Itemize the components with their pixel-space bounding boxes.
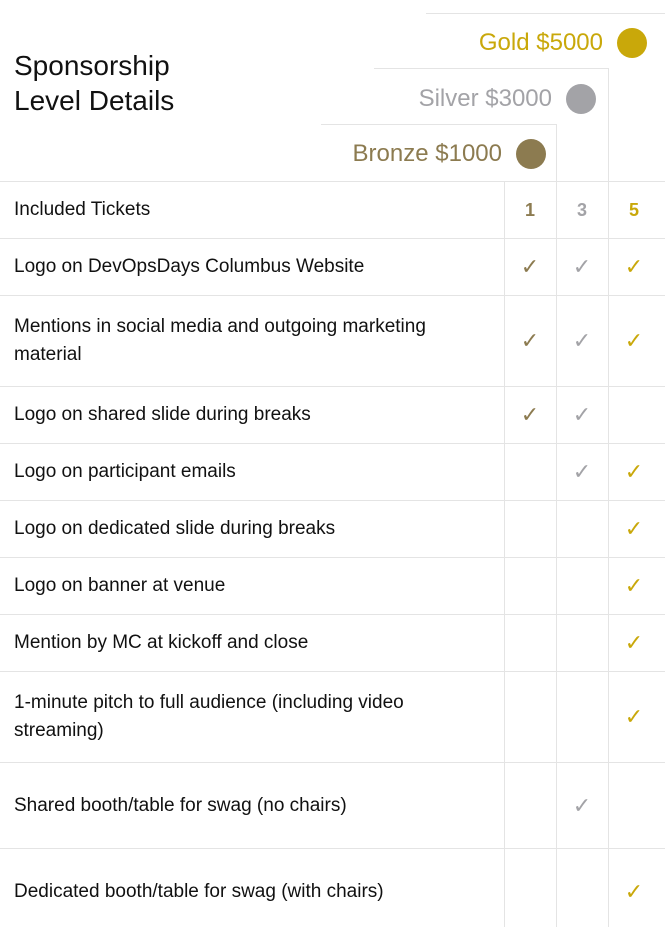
bronze-cell — [504, 558, 556, 614]
title-line-1: Sponsorship — [14, 50, 170, 81]
gold-check-icon: ✓ — [624, 704, 644, 729]
gold-dot-icon — [617, 28, 647, 58]
gold-check-icon: ✓ — [624, 254, 644, 279]
silver-cell — [556, 672, 608, 762]
title-line-2: Level Details — [14, 85, 175, 116]
silver-check-icon: ✓ — [572, 792, 592, 818]
silver-cell — [556, 558, 608, 614]
silver-check-icon: ✓ — [572, 328, 592, 353]
silver-check-icon: ✓ — [572, 254, 592, 279]
bronze-dot-icon — [516, 139, 546, 169]
silver-cell — [556, 849, 608, 934]
silver-cell — [556, 615, 608, 671]
bronze-header-top-line — [321, 124, 556, 125]
bronze-check-icon: ✓ — [520, 328, 540, 353]
gold-check-icon: ✓ — [624, 459, 644, 484]
bronze-cell: 1 — [524, 199, 535, 220]
benefit-label: Logo on shared slide during breaks — [14, 404, 311, 425]
silver-cell — [556, 501, 608, 557]
table-row: Mention by MC at kickoff and close ✓ — [0, 614, 665, 671]
tier-bronze-label: Bronze $1000 — [352, 140, 502, 167]
bronze-check-icon: ✓ — [520, 254, 540, 279]
gold-cell: 5 — [628, 199, 639, 220]
tier-bronze: Bronze $1000 — [353, 136, 546, 172]
benefit-label: Mention by MC at kickoff and close — [14, 632, 309, 653]
page-title: Sponsorship Level Details — [14, 48, 174, 118]
benefit-label: Dedicated booth/table for swag (with cha… — [14, 880, 384, 902]
bronze-cell — [504, 763, 556, 848]
bronze-cell — [504, 849, 556, 934]
silver-check-icon: ✓ — [572, 402, 592, 427]
silver-cell: 3 — [576, 199, 587, 220]
bronze-cell — [504, 501, 556, 557]
table-row: Logo on shared slide during breaks ✓ ✓ — [0, 386, 665, 443]
gold-cell — [608, 387, 660, 443]
table-row: Logo on participant emails ✓ ✓ — [0, 443, 665, 500]
gold-check-icon: ✓ — [624, 573, 644, 598]
silver-header-top-line — [374, 68, 608, 69]
tier-gold-label: Gold $5000 — [478, 29, 603, 56]
gold-check-icon: ✓ — [624, 630, 644, 655]
tier-gold: Gold $5000 — [479, 25, 647, 61]
gold-check-icon: ✓ — [624, 878, 644, 904]
benefit-label: Logo on participant emails — [14, 461, 236, 482]
benefit-label: Included Tickets — [14, 199, 151, 220]
silver-dot-icon — [566, 84, 596, 114]
gold-check-icon: ✓ — [624, 328, 644, 353]
benefit-label: Logo on dedicated slide during breaks — [14, 518, 336, 539]
table-row: 1-minute pitch to full audience (includi… — [0, 671, 665, 762]
table-row: Included Tickets 1 3 5 — [0, 181, 665, 238]
bronze-cell — [504, 672, 556, 762]
gold-check-icon: ✓ — [624, 516, 644, 541]
tier-silver-label: Silver $3000 — [418, 85, 552, 112]
tier-silver: Silver $3000 — [419, 81, 596, 117]
table-row: Logo on banner at venue ✓ — [0, 557, 665, 614]
bronze-cell — [504, 615, 556, 671]
gold-header-top-line — [426, 13, 665, 14]
benefit-label: Shared booth/table for swag (no chairs) — [14, 794, 347, 816]
gold-cell — [608, 763, 660, 848]
benefit-label: Mentions in social media and outgoing ma… — [14, 316, 426, 365]
table-row: Shared booth/table for swag (no chairs) ✓ — [0, 762, 665, 848]
benefits-table: Included Tickets 1 3 5 Logo on DevOpsDays Co… — [0, 181, 665, 934]
table-row: Logo on DevOpsDays Columbus Website ✓ ✓ ✓ — [0, 238, 665, 295]
benefit-label: Logo on banner at venue — [14, 575, 226, 596]
benefit-label: 1-minute pitch to full audience (includi… — [14, 692, 404, 741]
bronze-check-icon: ✓ — [520, 402, 540, 427]
bronze-cell — [504, 444, 556, 500]
table-row: Mentions in social media and outgoing ma… — [0, 295, 665, 386]
table-row: Dedicated booth/table for swag (with cha… — [0, 848, 665, 934]
silver-check-icon: ✓ — [572, 459, 592, 484]
benefit-label: Logo on DevOpsDays Columbus Website — [14, 256, 365, 277]
table-row: Logo on dedicated slide during breaks ✓ — [0, 500, 665, 557]
